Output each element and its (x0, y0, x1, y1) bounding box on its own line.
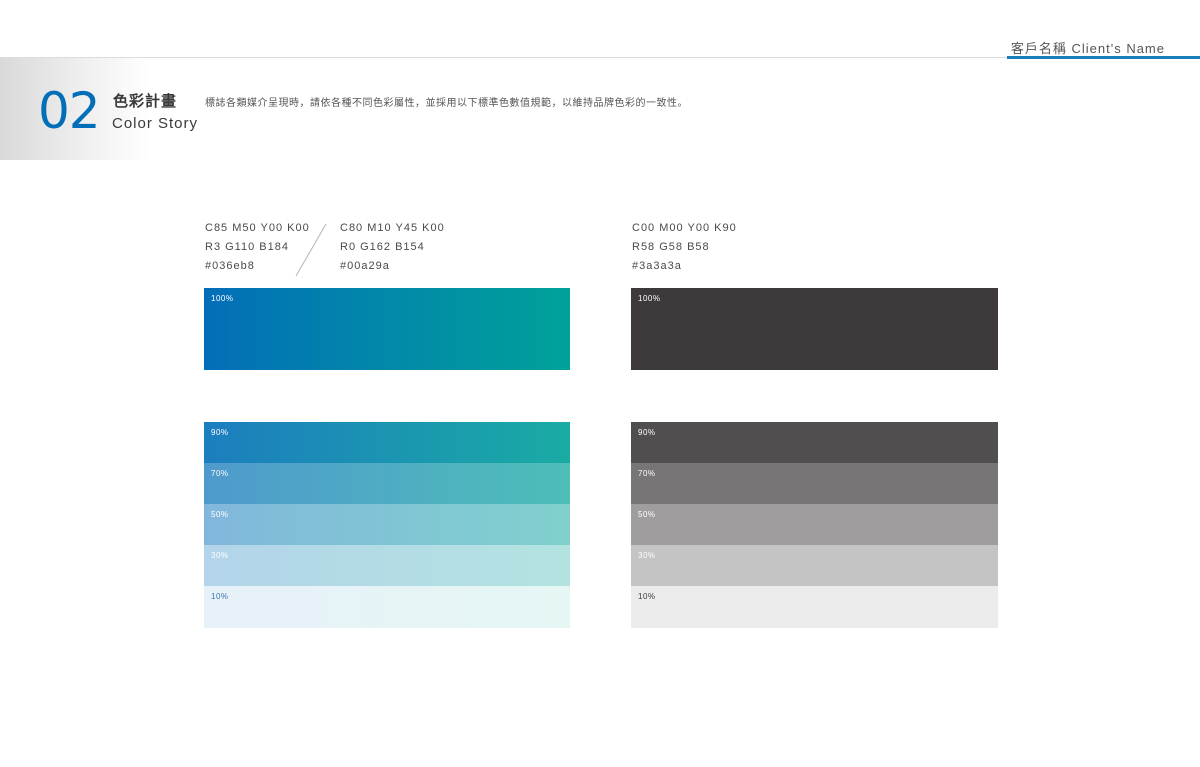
grey-tint-30: 30% (631, 545, 998, 586)
grey-tint-30-label: 30% (638, 551, 656, 560)
gradient-tint-70: 70% (204, 463, 570, 504)
teal-cmyk: C80 M10 Y45 K00 (340, 222, 445, 234)
gradient-tint-30: 30% (204, 545, 570, 586)
grey-rgb: R58 G58 B58 (632, 241, 710, 253)
gradient-tint-90: 90% (204, 422, 570, 463)
gradient-swatch-100-label: 100% (211, 294, 234, 303)
teal-color-spec: C80 M10 Y45 K00 R0 G162 B154 #00a29a (340, 219, 445, 276)
grey-tint-70: 70% (631, 463, 998, 504)
client-name: 客戶名稱 Client's Name (1010, 41, 1165, 56)
grey-tint-50: 50% (631, 504, 998, 545)
gradient-tint-10-label: 10% (211, 592, 229, 601)
grey-tint-90: 90% (631, 422, 998, 463)
section-description: 標誌各類媒介呈現時，請依各種不同色彩屬性，並採用以下標準色數值規範，以維持品牌色… (205, 98, 688, 109)
grey-tint-10-label: 10% (638, 592, 656, 601)
teal-hex: #00a29a (340, 260, 390, 272)
gradient-tint-90-label: 90% (211, 428, 229, 437)
gradient-tint-50-label: 50% (211, 510, 229, 519)
spec-divider-slash (295, 223, 327, 277)
gradient-tint-30-label: 30% (211, 551, 229, 560)
gradient-tint-50: 50% (204, 504, 570, 545)
teal-rgb: R0 G162 B154 (340, 241, 425, 253)
section-number: 02 (38, 82, 101, 140)
client-name-underline (1007, 56, 1200, 59)
gradient-tint-10: 10% (204, 586, 570, 628)
grey-tint-50-label: 50% (638, 510, 656, 519)
grey-tint-90-label: 90% (638, 428, 656, 437)
section-title-chinese: 色彩計畫 (113, 93, 178, 110)
grey-cmyk: C00 M00 Y00 K90 (632, 222, 737, 234)
grey-hex: #3a3a3a (632, 260, 682, 272)
grey-tint-70-label: 70% (638, 469, 656, 478)
grey-swatch-100-label: 100% (638, 294, 661, 303)
gradient-swatch-100: 100% (204, 288, 570, 370)
grey-swatch-100: 100% (631, 288, 998, 370)
grey-tint-10: 10% (631, 586, 998, 628)
grey-color-spec: C00 M00 Y00 K90 R58 G58 B58 #3a3a3a (632, 219, 737, 276)
gradient-tint-70-label: 70% (211, 469, 229, 478)
section-title-english: Color Story (112, 115, 199, 132)
